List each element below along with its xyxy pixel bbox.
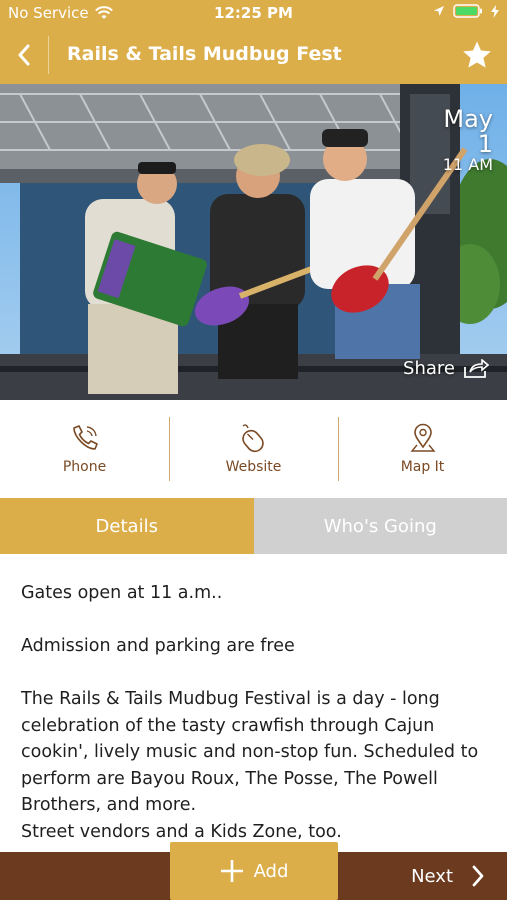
- map-it-label: Map It: [400, 459, 445, 475]
- battery-icon: [453, 4, 482, 18]
- event-hero-image: May 1 11 AM Share: [0, 84, 507, 400]
- chevron-right-icon: [472, 865, 484, 887]
- tab-details[interactable]: Details: [0, 498, 254, 554]
- phone-label: Phone: [62, 459, 107, 475]
- tab-bar: Details Who's Going: [0, 498, 507, 554]
- action-row: Phone Website Map It: [0, 400, 507, 498]
- date-time: 11 AM: [442, 155, 493, 174]
- star-icon: [463, 41, 491, 68]
- website-button[interactable]: Website: [169, 400, 338, 498]
- add-button[interactable]: Add: [170, 842, 338, 900]
- phone-button[interactable]: Phone: [0, 400, 169, 498]
- charging-bolt-icon: [491, 4, 499, 18]
- nav-divider: [48, 36, 49, 74]
- date-day: 1: [477, 130, 493, 158]
- event-date: May 1 11 AM: [443, 106, 493, 174]
- description-paragraph: The Rails & Tails Mudbug Festival is a d…: [21, 689, 479, 815]
- favorite-button[interactable]: [461, 39, 493, 71]
- status-time: 12:25 PM: [214, 4, 293, 22]
- next-button[interactable]: Next: [411, 852, 485, 900]
- phone-icon: [72, 425, 98, 450]
- mouse-icon: [241, 424, 264, 453]
- add-label: Add: [253, 860, 289, 882]
- tab-whos-going[interactable]: Who's Going: [253, 498, 507, 554]
- status-bar: No Service 12:25 PM: [0, 0, 507, 26]
- location-arrow-icon: [434, 6, 444, 16]
- description-paragraph: Admission and parking are free: [21, 636, 295, 656]
- back-button[interactable]: [0, 26, 48, 84]
- page-title: Rails & Tails Mudbug Fest: [67, 43, 342, 65]
- website-label: Website: [225, 459, 282, 475]
- map-it-button[interactable]: Map It: [338, 400, 507, 498]
- chevron-left-icon: [18, 44, 30, 66]
- plus-icon: [220, 860, 243, 882]
- event-description: Gates open at 11 a.m.. Admission and par…: [21, 580, 487, 872]
- nav-bar: Rails & Tails Mudbug Fest: [0, 26, 507, 84]
- description-paragraph: Gates open at 11 a.m..: [21, 583, 223, 603]
- share-icon: [464, 358, 489, 378]
- date-month: May: [443, 105, 493, 133]
- share-label: Share: [403, 358, 455, 379]
- map-pin-icon: [410, 423, 435, 452]
- band-photo: [0, 84, 507, 400]
- status-right: [433, 4, 499, 18]
- next-label: Next: [411, 865, 453, 887]
- share-button[interactable]: Share: [403, 358, 489, 379]
